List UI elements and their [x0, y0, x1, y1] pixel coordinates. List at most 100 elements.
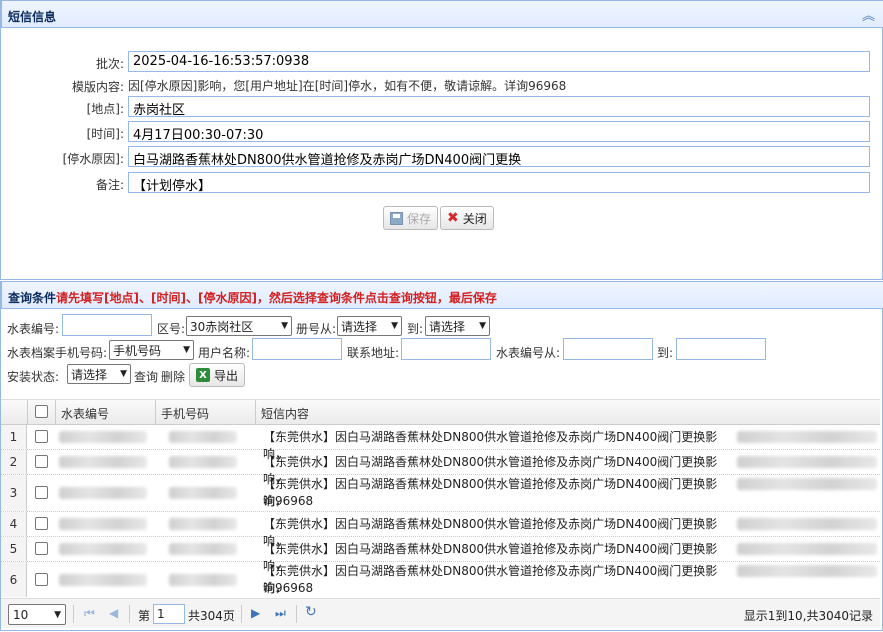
sms-cell-line2: 询96968 — [263, 581, 314, 595]
book-from-label: 册号从: — [296, 322, 337, 336]
excel-icon: X — [196, 368, 210, 382]
location-input[interactable]: 赤岗社区 — [128, 96, 870, 118]
page-total: 共304页 — [188, 609, 235, 623]
sms-cell-tail — [737, 518, 877, 530]
export-button[interactable]: X 导出 — [189, 363, 246, 387]
sms-cell-tail — [737, 456, 877, 468]
row-checkbox[interactable] — [35, 455, 48, 468]
row-checkbox[interactable] — [35, 517, 48, 530]
book-from-select-value: 请选择 — [341, 319, 378, 334]
last-page-icon[interactable]: ⏭ — [275, 606, 286, 621]
district-select[interactable]: 30赤岗社区 ▼ — [186, 316, 292, 336]
sms-cell-tail — [737, 431, 877, 443]
phone-cell — [169, 518, 237, 530]
close-icon: ✖ — [447, 210, 459, 226]
chevron-down-icon: ▼ — [120, 369, 127, 379]
chevron-down-icon: ▼ — [281, 321, 288, 331]
table-row[interactable]: 5 【东莞供水】因白马湖路香蕉林处DN800供水管道抢修及赤岗广场DN400阀门… — [1, 537, 880, 573]
record-summary: 显示1到10,共3040记录 — [743, 609, 873, 623]
header-phone[interactable]: 手机号码 — [161, 405, 209, 422]
meter-no-input[interactable] — [62, 314, 152, 336]
query-panel-title: 查询条件请先填写[地点]、[时间]、[停水原因]，然后选择查询条件点击查询按钮，… — [8, 289, 497, 306]
phone-select-value: 手机号码 — [113, 343, 162, 358]
address-input[interactable] — [401, 338, 491, 360]
template-row: 模版内容: 因[停水原因]影响，您[用户地址]在[时间]停水，如有不便，敬请谅解… — [1, 74, 883, 96]
district-label: 区号: — [157, 322, 186, 336]
address-label: 联系地址: — [347, 346, 400, 360]
template-label: 模版内容: — [71, 80, 124, 94]
next-page-icon[interactable]: ▶ — [251, 606, 260, 620]
meter-no-cell — [59, 518, 147, 530]
page-prefix: 第 — [138, 609, 151, 623]
batch-label: 批次: — [95, 57, 124, 71]
chevron-down-icon: ▼ — [183, 345, 190, 355]
chevron-down-icon: ▼ — [479, 321, 486, 331]
reason-row: [停水原因]: 白马湖路香蕉林处DN800供水管道抢修及赤岗广场DN400阀门更… — [1, 146, 883, 168]
save-button-label: 保存 — [407, 211, 432, 226]
install-select[interactable]: 请选择 ▼ — [67, 364, 131, 384]
row-checkbox[interactable] — [35, 486, 48, 499]
meter-no-cell — [59, 487, 147, 499]
query-panel-header: 查询条件请先填写[地点]、[时间]、[停水原因]，然后选择查询条件点击查询按钮，… — [1, 281, 883, 309]
batch-input[interactable]: 2025-04-16-16:53:57:0938 — [128, 51, 870, 72]
query-link[interactable]: 查询 — [134, 368, 158, 385]
row-number: 5 — [1, 537, 27, 561]
refresh-icon[interactable]: ↻ — [305, 604, 317, 620]
meter-to-input[interactable] — [676, 338, 766, 360]
meter-from-label: 水表编号从: — [496, 346, 561, 360]
table-row[interactable]: 6 【东莞供水】因白马湖路香蕉林处DN800供水管道抢修及赤岗广场DN400阀门… — [1, 562, 880, 597]
select-all-checkbox[interactable] — [35, 405, 48, 418]
reason-input[interactable]: 白马湖路香蕉林处DN800供水管道抢修及赤岗广场DN400阀门更换 — [128, 146, 870, 168]
meter-no-label: 水表编号: — [7, 322, 60, 336]
page-number-input[interactable]: 1 — [153, 604, 185, 624]
note-row: 备注: 【计划停水】 — [1, 172, 883, 194]
pagination-bar: 10 ▼ ⏮ ◀ 第 1 共304页 ▶ ⏭ ↻ 显示1到10,共3040记录 — [1, 598, 880, 628]
username-input[interactable] — [252, 338, 342, 360]
table-row[interactable]: 2 【东莞供水】因白马湖路香蕉林处DN800供水管道抢修及赤岗广场DN400阀门… — [1, 450, 880, 486]
sms-cell-tail — [737, 565, 877, 577]
save-icon — [390, 211, 403, 225]
header-sms-content[interactable]: 短信内容 — [261, 405, 309, 422]
row-checkbox[interactable] — [35, 573, 48, 586]
delete-link[interactable]: 删除 — [161, 368, 185, 385]
phone-select[interactable]: 手机号码 ▼ — [109, 340, 194, 360]
batch-row: 批次: 2025-04-16-16:53:57:0938 — [1, 51, 883, 73]
row-checkbox[interactable] — [35, 430, 48, 443]
row-number: 2 — [1, 450, 27, 474]
install-label: 安装状态: — [7, 370, 60, 384]
table-row[interactable]: 4 【东莞供水】因白马湖路香蕉林处DN800供水管道抢修及赤岗广场DN400阀门… — [1, 512, 880, 548]
chevron-down-icon: ▼ — [391, 321, 398, 331]
table-row[interactable]: 1 【东莞供水】因白马湖路香蕉林处DN800供水管道抢修及赤岗广场DN400阀门… — [1, 425, 880, 461]
time-input[interactable]: 4月17日00:30-07:30 — [128, 121, 870, 143]
collapse-up-icon[interactable]: ︽ — [862, 5, 875, 24]
close-button-label: 关闭 — [462, 211, 487, 226]
row-number: 1 — [1, 425, 27, 449]
location-label: [地点]: — [86, 102, 124, 116]
template-text: 因[停水原因]影响，您[用户地址]在[时间]停水，如有不便，敬请谅解。详询969… — [128, 79, 567, 93]
header-meter-no[interactable]: 水表编号 — [61, 405, 109, 422]
phone-cell — [169, 574, 237, 586]
meter-no-cell — [59, 574, 147, 586]
install-select-value: 请选择 — [71, 367, 108, 382]
first-page-icon[interactable]: ⏮ — [84, 606, 95, 621]
meter-from-input[interactable] — [563, 338, 653, 360]
book-to-select[interactable]: 请选择 ▼ — [425, 316, 490, 336]
meter-no-cell — [59, 543, 147, 555]
note-input[interactable]: 【计划停水】 — [128, 172, 870, 194]
query-title-main: 查询条件 — [8, 291, 57, 305]
username-label: 用户名称: — [198, 346, 251, 360]
export-button-label: 导出 — [214, 368, 239, 383]
prev-page-icon[interactable]: ◀ — [109, 606, 118, 620]
district-select-value: 30赤岗社区 — [190, 319, 254, 334]
meter-no-cell — [59, 431, 147, 443]
close-button[interactable]: ✖ 关闭 — [440, 206, 494, 230]
book-from-select[interactable]: 请选择 ▼ — [337, 316, 402, 336]
row-checkbox[interactable] — [35, 542, 48, 555]
row-number: 4 — [1, 512, 27, 536]
table-row[interactable]: 3 【东莞供水】因白马湖路香蕉林处DN800供水管道抢修及赤岗广场DN400阀门… — [1, 475, 880, 512]
reason-label: [停水原因]: — [62, 152, 124, 166]
phone-cell — [169, 543, 237, 555]
save-button[interactable]: 保存 — [383, 206, 439, 230]
page-size-select[interactable]: 10 ▼ — [8, 604, 66, 625]
phone-cell — [169, 487, 237, 499]
